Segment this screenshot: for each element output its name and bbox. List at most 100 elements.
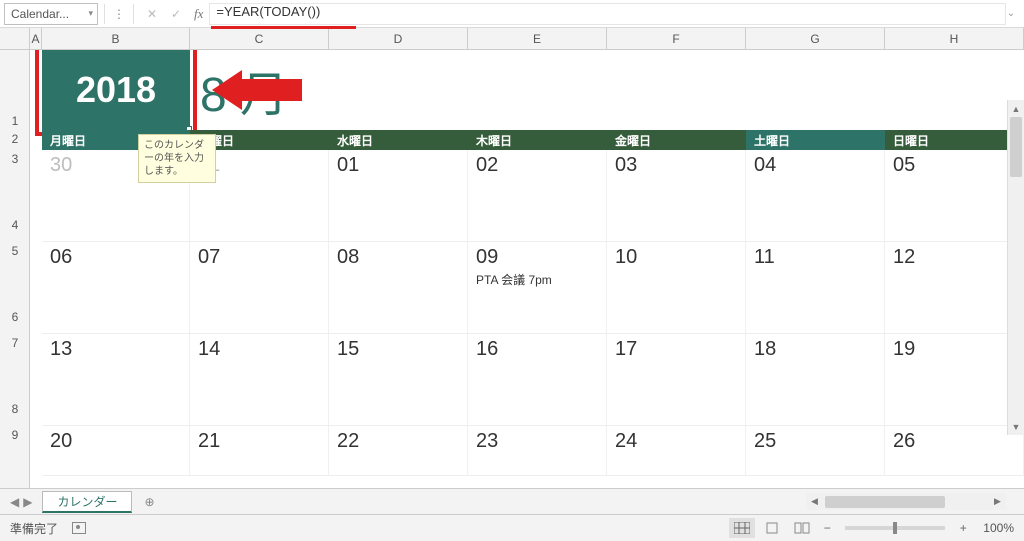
page-break-icon [794, 522, 810, 534]
page-layout-icon [764, 522, 780, 534]
weekday-header: 水曜日 [329, 130, 468, 150]
column-header[interactable]: E [468, 28, 607, 49]
calendar-day-cell[interactable]: 19 [885, 334, 1024, 425]
name-box-dropdown-icon[interactable]: ▾ [88, 8, 93, 19]
calendar-day-cell[interactable]: 23 [468, 426, 607, 475]
column-header[interactable]: A [30, 28, 42, 49]
name-box[interactable]: Calendar... ▾ [4, 3, 98, 25]
zoom-out-button[interactable]: − [819, 521, 835, 535]
calendar-day-cell[interactable]: 21 [190, 426, 329, 475]
select-all-cell[interactable] [0, 28, 30, 49]
tab-nav-prev-icon[interactable]: ◀ [10, 495, 19, 509]
column-header[interactable]: G [746, 28, 885, 49]
row-number[interactable]: 7 [0, 336, 30, 350]
horizontal-scrollbar[interactable]: ◀ ▶ [806, 493, 1006, 510]
column-header[interactable]: C [190, 28, 329, 49]
x-icon: ✕ [147, 7, 157, 21]
calendar-body: 30 31 01 02 03 04 05 06 07 08 09PTA 会議 7… [42, 150, 1024, 488]
macro-record-icon[interactable] [72, 522, 86, 534]
calendar-day-cell[interactable]: 24 [607, 426, 746, 475]
sheet-tab-nav: ◀ ▶ [0, 495, 42, 509]
calendar-day-cell[interactable]: 25 [746, 426, 885, 475]
row-number[interactable]: 9 [0, 428, 30, 442]
fx-icon[interactable]: fx [188, 6, 209, 22]
formula-bar: Calendar... ▾ ⋮ ✕ ✓ fx =YEAR(TODAY()) ⌄ [0, 0, 1024, 28]
view-page-break-button[interactable] [789, 518, 815, 538]
zoom-in-button[interactable]: + [955, 521, 971, 535]
separator [104, 4, 105, 24]
calendar-month: 8 月 [200, 55, 288, 125]
scroll-down-icon[interactable]: ▼ [1008, 418, 1024, 435]
calendar-day-cell[interactable]: 14 [190, 334, 329, 425]
calendar-day-cell[interactable]: 15 [329, 334, 468, 425]
cancel-formula-button[interactable]: ✕ [142, 4, 162, 24]
calendar-day-cell[interactable]: 20 [42, 426, 190, 475]
calendar-day-cell[interactable]: 04 [746, 150, 885, 241]
column-header[interactable]: B [42, 28, 190, 49]
calendar-week-row: 13 14 15 16 17 18 19 [42, 334, 1024, 426]
quick-access-more-icon[interactable]: ⋮ [111, 7, 127, 21]
view-normal-button[interactable] [729, 518, 755, 538]
calendar-year-cell[interactable]: 2018 [42, 50, 190, 130]
calendar-day-cell[interactable]: 01 [329, 150, 468, 241]
calendar-day-cell[interactable]: 17 [607, 334, 746, 425]
calendar-week-row: 06 07 08 09PTA 会議 7pm 10 11 12 [42, 242, 1024, 334]
calendar-day-cell[interactable]: 10 [607, 242, 746, 333]
column-header[interactable]: F [607, 28, 746, 49]
scrollbar-track[interactable] [1008, 117, 1024, 418]
calendar-day-cell[interactable]: 06 [42, 242, 190, 333]
weekday-header: 木曜日 [468, 130, 607, 150]
worksheet-cells[interactable]: 2018 8 月 このカレンダーの年を入力します。 月曜日 火曜日 水曜日 木曜… [30, 50, 1024, 488]
scroll-left-icon[interactable]: ◀ [806, 493, 823, 510]
calendar-event: PTA 会議 7pm [476, 271, 598, 288]
calendar-day-cell[interactable]: 12 [885, 242, 1024, 333]
calendar-day-cell[interactable]: 03 [607, 150, 746, 241]
weekday-header: 日曜日 [885, 130, 1024, 150]
view-page-layout-button[interactable] [759, 518, 785, 538]
name-box-text: Calendar... [11, 7, 69, 21]
add-sheet-button[interactable]: ⊕ [138, 491, 160, 513]
row-number[interactable]: 2 [0, 132, 30, 146]
scroll-up-icon[interactable]: ▲ [1008, 100, 1024, 117]
vertical-scrollbar[interactable]: ▲ ▼ [1007, 100, 1024, 435]
calendar-day-cell[interactable]: 07 [190, 242, 329, 333]
formula-input[interactable]: =YEAR(TODAY()) [209, 3, 1006, 25]
calendar-day-cell[interactable]: 16 [468, 334, 607, 425]
zoom-slider[interactable] [845, 526, 945, 530]
calendar-day-cell[interactable]: 08 [329, 242, 468, 333]
row-number[interactable]: 5 [0, 244, 30, 258]
calendar-day-cell[interactable]: 13 [42, 334, 190, 425]
formula-bar-expand-icon[interactable]: ⌄ [1006, 8, 1020, 19]
calendar-day-cell[interactable]: 02 [468, 150, 607, 241]
column-header-row: A B C D E F G H [0, 28, 1024, 50]
annotation-underline [211, 26, 356, 29]
calendar-day-cell[interactable]: 11 [746, 242, 885, 333]
calendar-day-cell[interactable]: 09PTA 会議 7pm [468, 242, 607, 333]
row-number[interactable]: 4 [0, 218, 30, 232]
row-number[interactable]: 1 [0, 114, 30, 128]
row-number[interactable]: 3 [0, 152, 30, 166]
zoom-level[interactable]: 100% [983, 521, 1014, 535]
accept-formula-button[interactable]: ✓ [166, 4, 186, 24]
plus-circle-icon: ⊕ [144, 495, 154, 509]
calendar-day-cell[interactable]: 26 [885, 426, 1024, 475]
check-icon: ✓ [171, 7, 181, 21]
sheet-tab-active[interactable]: カレンダー [42, 491, 132, 513]
separator [133, 4, 134, 24]
scrollbar-thumb[interactable] [1010, 117, 1022, 177]
calendar-day-cell[interactable]: 22 [329, 426, 468, 475]
calendar-year: 2018 [76, 69, 156, 111]
row-number[interactable]: 8 [0, 402, 30, 416]
calendar-day-cell[interactable]: 18 [746, 334, 885, 425]
scrollbar-thumb[interactable] [825, 496, 945, 508]
column-header[interactable]: D [329, 28, 468, 49]
row-gutter: 1 2 3 4 5 6 7 8 9 [0, 50, 30, 488]
status-ready: 準備完了 [10, 520, 58, 537]
tab-nav-next-icon[interactable]: ▶ [23, 495, 32, 509]
calendar-month-cell[interactable]: 8 月 [200, 50, 288, 130]
calendar-day-cell[interactable]: 05 [885, 150, 1024, 241]
scroll-right-icon[interactable]: ▶ [989, 493, 1006, 510]
column-header[interactable]: H [885, 28, 1024, 49]
row-number[interactable]: 6 [0, 310, 30, 324]
scrollbar-track[interactable] [823, 496, 989, 508]
